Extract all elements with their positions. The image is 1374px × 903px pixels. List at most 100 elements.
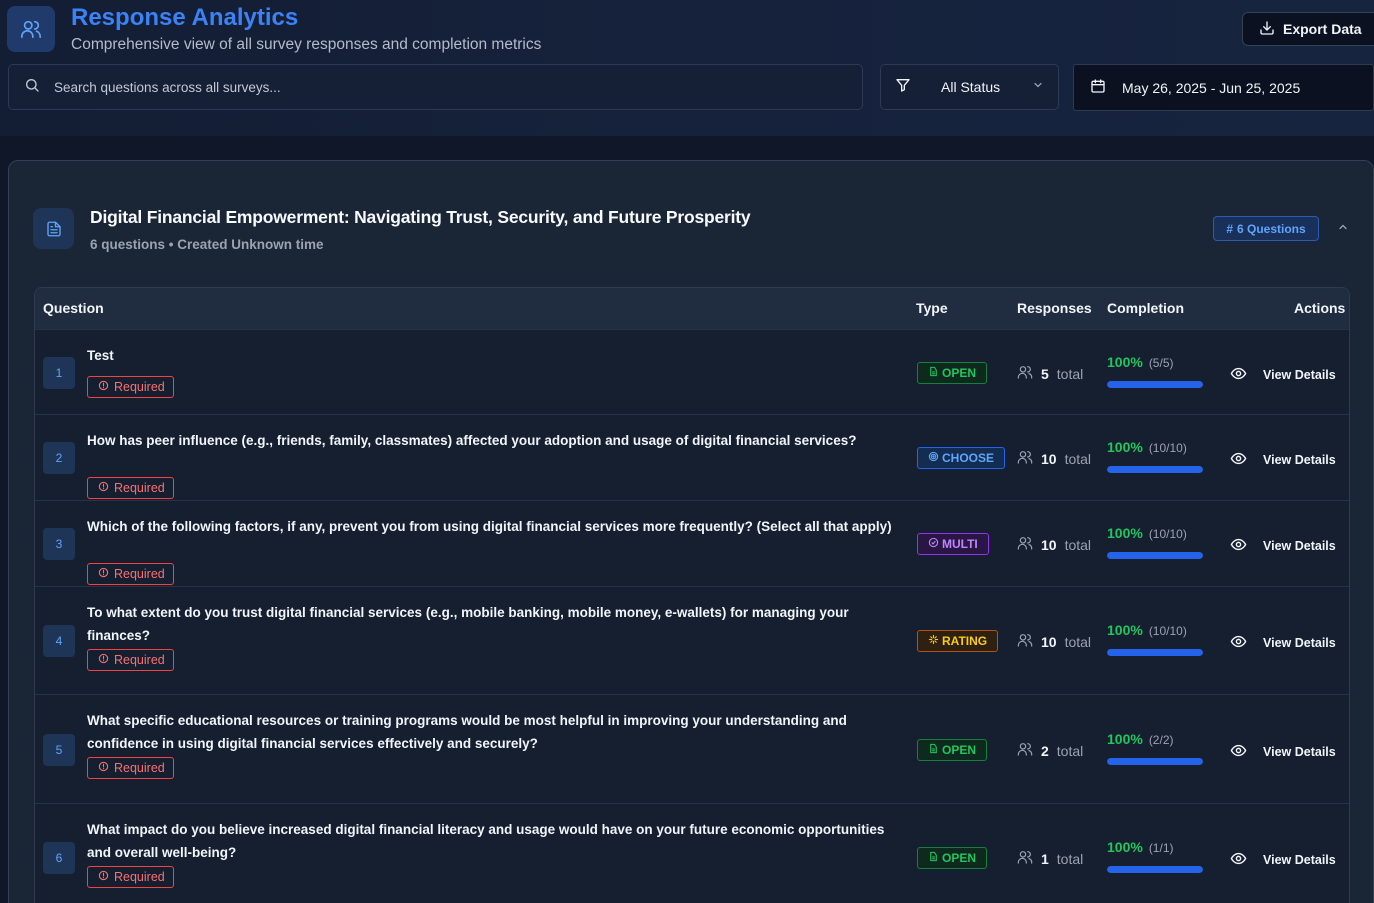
type-badge: RATING [917,630,999,652]
status-filter-select[interactable]: All Status [880,64,1059,110]
users-icon [1017,449,1033,468]
alert-circle-icon [98,761,109,775]
eye-icon [1230,450,1247,470]
survey-meta: 6 questions • Created Unknown time [90,237,324,252]
view-details-button[interactable]: View Details [1230,850,1336,870]
question-number: 5 [43,734,75,766]
type-badge: OPEN [917,362,988,384]
table-row: 4 To what extent do you trust digital fin… [35,586,1349,694]
table-header: Question Type Responses Completion Actio… [35,288,1349,329]
required-label: Required [114,380,165,394]
responses-total-label: total [1056,365,1084,382]
file-icon [928,366,939,380]
completion-progress-bar [1107,649,1203,656]
responses-count: 5 [1041,365,1049,382]
completion-progress-fill [1107,649,1203,656]
completion-fraction: (10/10) [1148,441,1187,455]
column-header-actions: Actions [1294,300,1346,316]
eye-icon [1230,850,1247,870]
responses-cell: 1 total [1017,849,1083,868]
completion-percent: 100% [1107,525,1143,541]
required-label: Required [114,870,165,884]
question-text: What impact do you believe increased dig… [87,822,885,860]
completion-progress-fill [1107,466,1203,473]
required-label: Required [114,481,165,495]
users-icon [1017,535,1033,554]
required-badge: Required [87,649,174,671]
search-input[interactable] [54,79,814,95]
type-label: OPEN [942,851,977,865]
question-number: 1 [43,357,75,389]
completion-cell: 100% (10/10) [1107,439,1207,473]
type-badge: OPEN [917,847,988,869]
view-details-button[interactable]: View Details [1230,450,1336,470]
completion-progress-bar [1107,866,1203,873]
search-box[interactable] [8,64,863,110]
view-details-button[interactable]: View Details [1230,365,1336,385]
view-details-label: View Details [1263,453,1336,467]
document-icon [33,208,74,249]
check-circle-icon [928,537,939,551]
completion-percent: 100% [1107,731,1143,747]
export-data-label: Export Data [1283,21,1362,37]
responses-total-label: total [1064,450,1092,467]
view-details-label: View Details [1263,368,1336,382]
completion-fraction: (1/1) [1148,841,1174,855]
completion-fraction: (2/2) [1148,733,1174,747]
type-badge: CHOOSE [917,447,1006,469]
responses-count: 2 [1041,742,1049,759]
view-details-button[interactable]: View Details [1230,536,1336,556]
responses-cell: 10 total [1017,449,1091,468]
file-icon [928,743,939,757]
search-icon [24,77,40,98]
required-label: Required [114,567,165,581]
completion-cell: 100% (10/10) [1107,525,1207,559]
responses-total-label: total [1056,850,1084,867]
responses-total-label: total [1064,536,1092,553]
table-row: 6 What impact do you believe increased di… [35,803,1349,903]
question-text: Test [87,348,114,363]
question-text: What specific educational resources or t… [87,713,847,751]
required-badge: Required [87,477,174,499]
completion-progress-fill [1107,758,1203,765]
type-label: OPEN [942,743,977,757]
type-badge: MULTI [917,533,989,555]
responses-count: 10 [1041,450,1057,467]
completion-progress-fill [1107,866,1203,873]
view-details-button[interactable]: View Details [1230,742,1336,762]
table-row: 3 Which of the following factors, if any,… [35,500,1349,586]
eye-icon [1230,633,1247,653]
responses-count: 1 [1041,850,1049,867]
completion-progress-bar [1107,466,1203,473]
date-range-picker[interactable]: May 26, 2025 - Jun 25, 2025 [1073,64,1374,111]
view-details-label: View Details [1263,539,1336,553]
completion-percent: 100% [1107,839,1143,855]
completion-cell: 100% (5/5) [1107,354,1207,388]
responses-cell: 5 total [1017,364,1083,383]
column-header-responses: Responses [1017,300,1092,316]
eye-icon [1230,365,1247,385]
target-icon [928,451,939,465]
type-label: CHOOSE [942,451,995,465]
view-details-label: View Details [1263,853,1336,867]
status-filter-value: All Status [941,79,1001,95]
question-number: 6 [43,842,75,874]
completion-cell: 100% (1/1) [1107,839,1207,873]
eye-icon [1230,536,1247,556]
view-details-label: View Details [1263,745,1336,759]
export-data-button[interactable]: Export Data [1242,12,1374,46]
users-icon [1017,632,1033,651]
file-icon [928,851,939,865]
view-details-button[interactable]: View Details [1230,633,1336,653]
chevron-up-icon[interactable] [1335,219,1351,235]
required-badge: Required [87,376,174,398]
users-icon [7,6,55,52]
survey-card: Digital Financial Empowerment: Navigatin… [8,160,1374,903]
required-label: Required [114,653,165,667]
calendar-icon [1090,78,1106,97]
page-title: Response Analytics [71,4,299,31]
question-text: How has peer influence (e.g., friends, f… [87,433,857,448]
completion-percent: 100% [1107,354,1143,370]
required-badge: Required [87,866,174,888]
questions-count-label: 6 Questions [1237,221,1306,236]
